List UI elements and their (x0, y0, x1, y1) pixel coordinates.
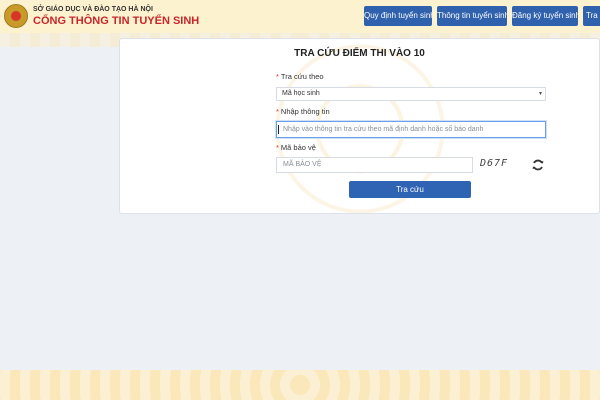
nav-tra-cuu[interactable]: Tra c (583, 6, 600, 26)
site-header: SỞ GIÁO DỤC VÀ ĐÀO TẠO HÀ NỘI CỔNG THÔNG… (0, 0, 600, 33)
required-mark: * (276, 72, 279, 81)
captcha-placeholder: MÃ BẢO VỆ (283, 161, 322, 168)
info-placeholder: Nhập vào thông tin tra cứu theo mã định … (283, 126, 484, 133)
nav-dang-ky-tuyen-sinh[interactable]: Đăng ký tuyển sinh (512, 6, 578, 26)
captcha-image: D67F (475, 157, 527, 173)
lookup-by-label: * Tra cứu theo (276, 72, 324, 81)
lookup-by-select[interactable]: Mã học sinh ▾ (276, 87, 546, 101)
org-name: SỞ GIÁO DỤC VÀ ĐÀO TẠO HÀ NỘI (33, 6, 153, 13)
refresh-captcha-icon[interactable] (531, 158, 545, 172)
ministry-logo-icon (4, 4, 28, 28)
required-mark: * (276, 143, 279, 152)
info-label: * Nhập thông tin (276, 107, 330, 116)
captcha-code: D67F (480, 158, 509, 169)
dropdown-caret-icon: ▾ (538, 91, 542, 97)
captcha-input[interactable]: MÃ BẢO VỆ (276, 157, 473, 173)
lookup-form-card: TRA CỨU ĐIỂM THI VÀO 10 * Tra cứu theo Mã… (119, 38, 600, 214)
text-cursor (278, 125, 279, 134)
submit-button[interactable]: Tra cứu (349, 181, 471, 198)
nav-thong-tin-tuyen-sinh[interactable]: Thông tin tuyển sinh (437, 6, 507, 26)
info-input[interactable]: Nhập vào thông tin tra cứu theo mã định … (276, 121, 546, 138)
portal-title: CỔNG THÔNG TIN TUYỂN SINH (33, 15, 200, 27)
form-title: TRA CỨU ĐIỂM THI VÀO 10 (294, 48, 425, 59)
lookup-by-value: Mã học sinh (282, 90, 320, 97)
captcha-label: * Mã bảo vệ (276, 143, 316, 152)
required-mark: * (276, 107, 279, 116)
footer-pattern (0, 370, 600, 400)
nav-quy-dinh-tuyen-sinh[interactable]: Quy định tuyển sinh (364, 6, 432, 26)
